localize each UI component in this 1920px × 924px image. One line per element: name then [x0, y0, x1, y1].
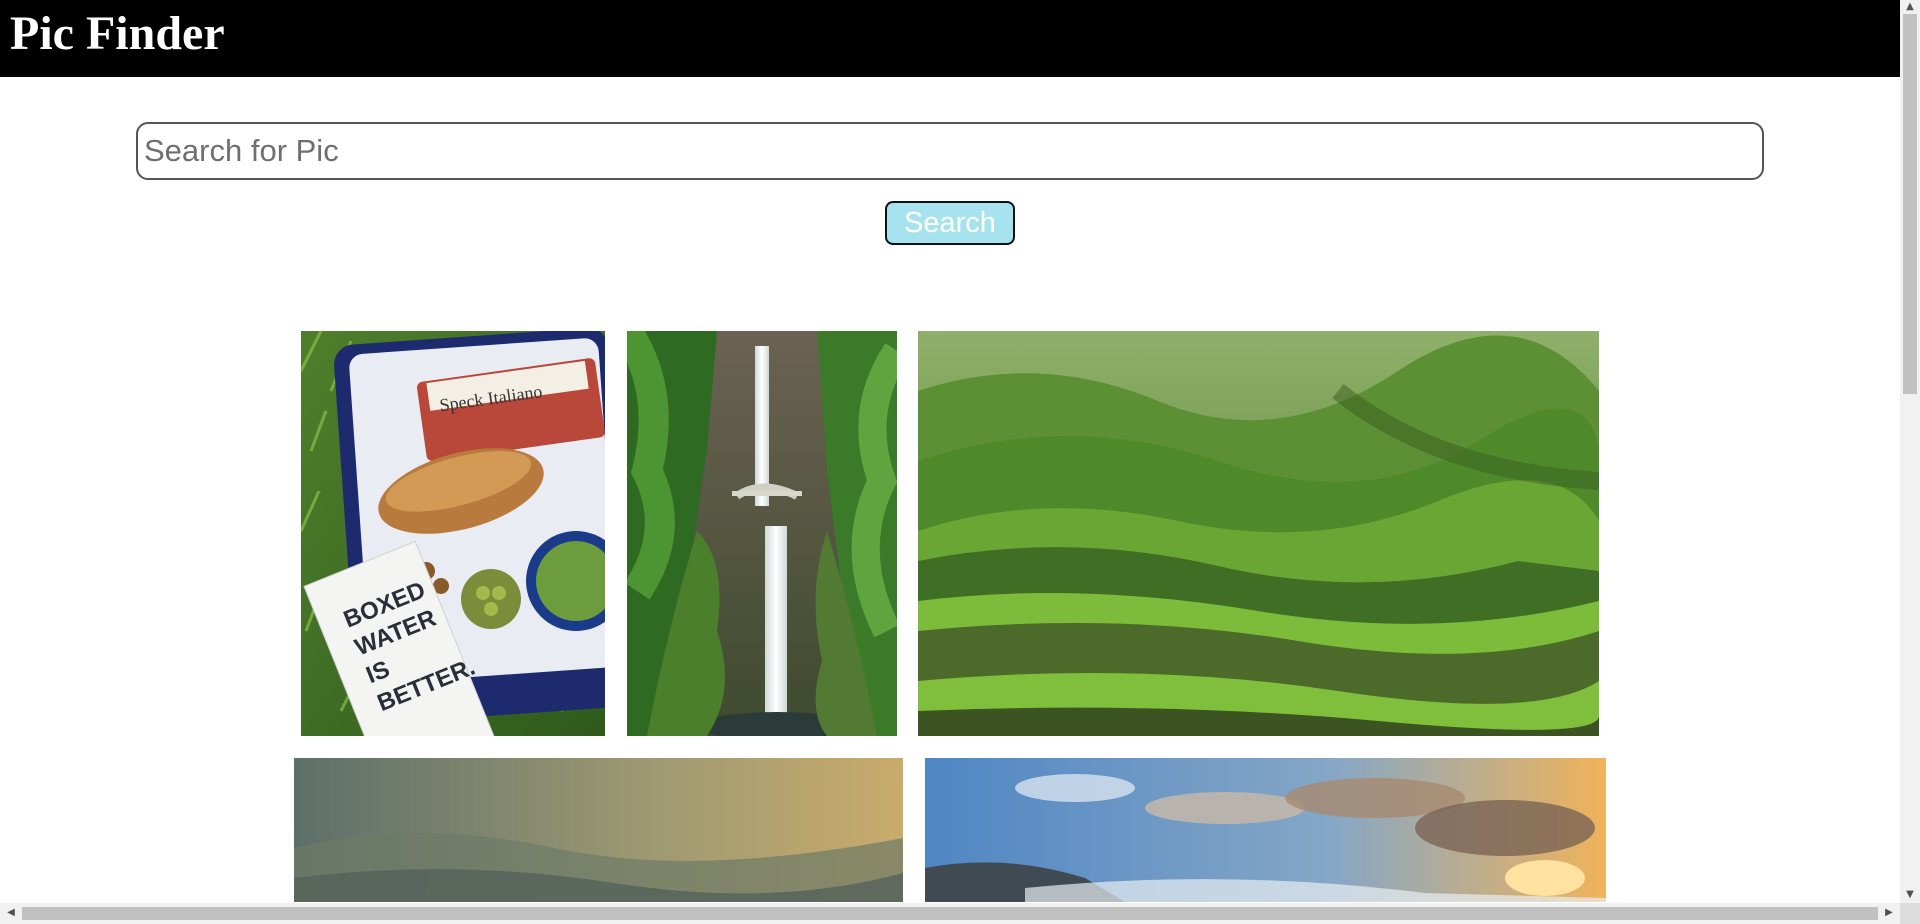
- app-title: Pic Finder: [10, 7, 225, 60]
- scroll-right-arrow-icon[interactable]: ▶: [1882, 906, 1896, 920]
- app-header: Pic Finder: [0, 0, 1900, 77]
- picnic-cooler-photo[interactable]: Speck Italiano BOXED WATER IS BETTER.: [301, 331, 605, 736]
- horizontal-scrollbar-thumb[interactable]: [22, 907, 1878, 920]
- scroll-up-arrow-icon[interactable]: ▲: [1903, 0, 1917, 14]
- green-hills-photo[interactable]: [918, 331, 1599, 736]
- search-input[interactable]: [136, 122, 1764, 180]
- scrollbar-corner: [1900, 903, 1920, 924]
- waterfall-photo[interactable]: [627, 331, 897, 736]
- sunset-sky-photo[interactable]: [925, 758, 1606, 902]
- vertical-scrollbar-thumb[interactable]: [1903, 14, 1917, 394]
- scroll-left-arrow-icon[interactable]: ◀: [4, 906, 18, 920]
- scroll-down-arrow-icon[interactable]: ▼: [1903, 888, 1917, 902]
- hazy-mountains-photo[interactable]: [294, 758, 903, 902]
- search-button[interactable]: Search: [885, 201, 1015, 245]
